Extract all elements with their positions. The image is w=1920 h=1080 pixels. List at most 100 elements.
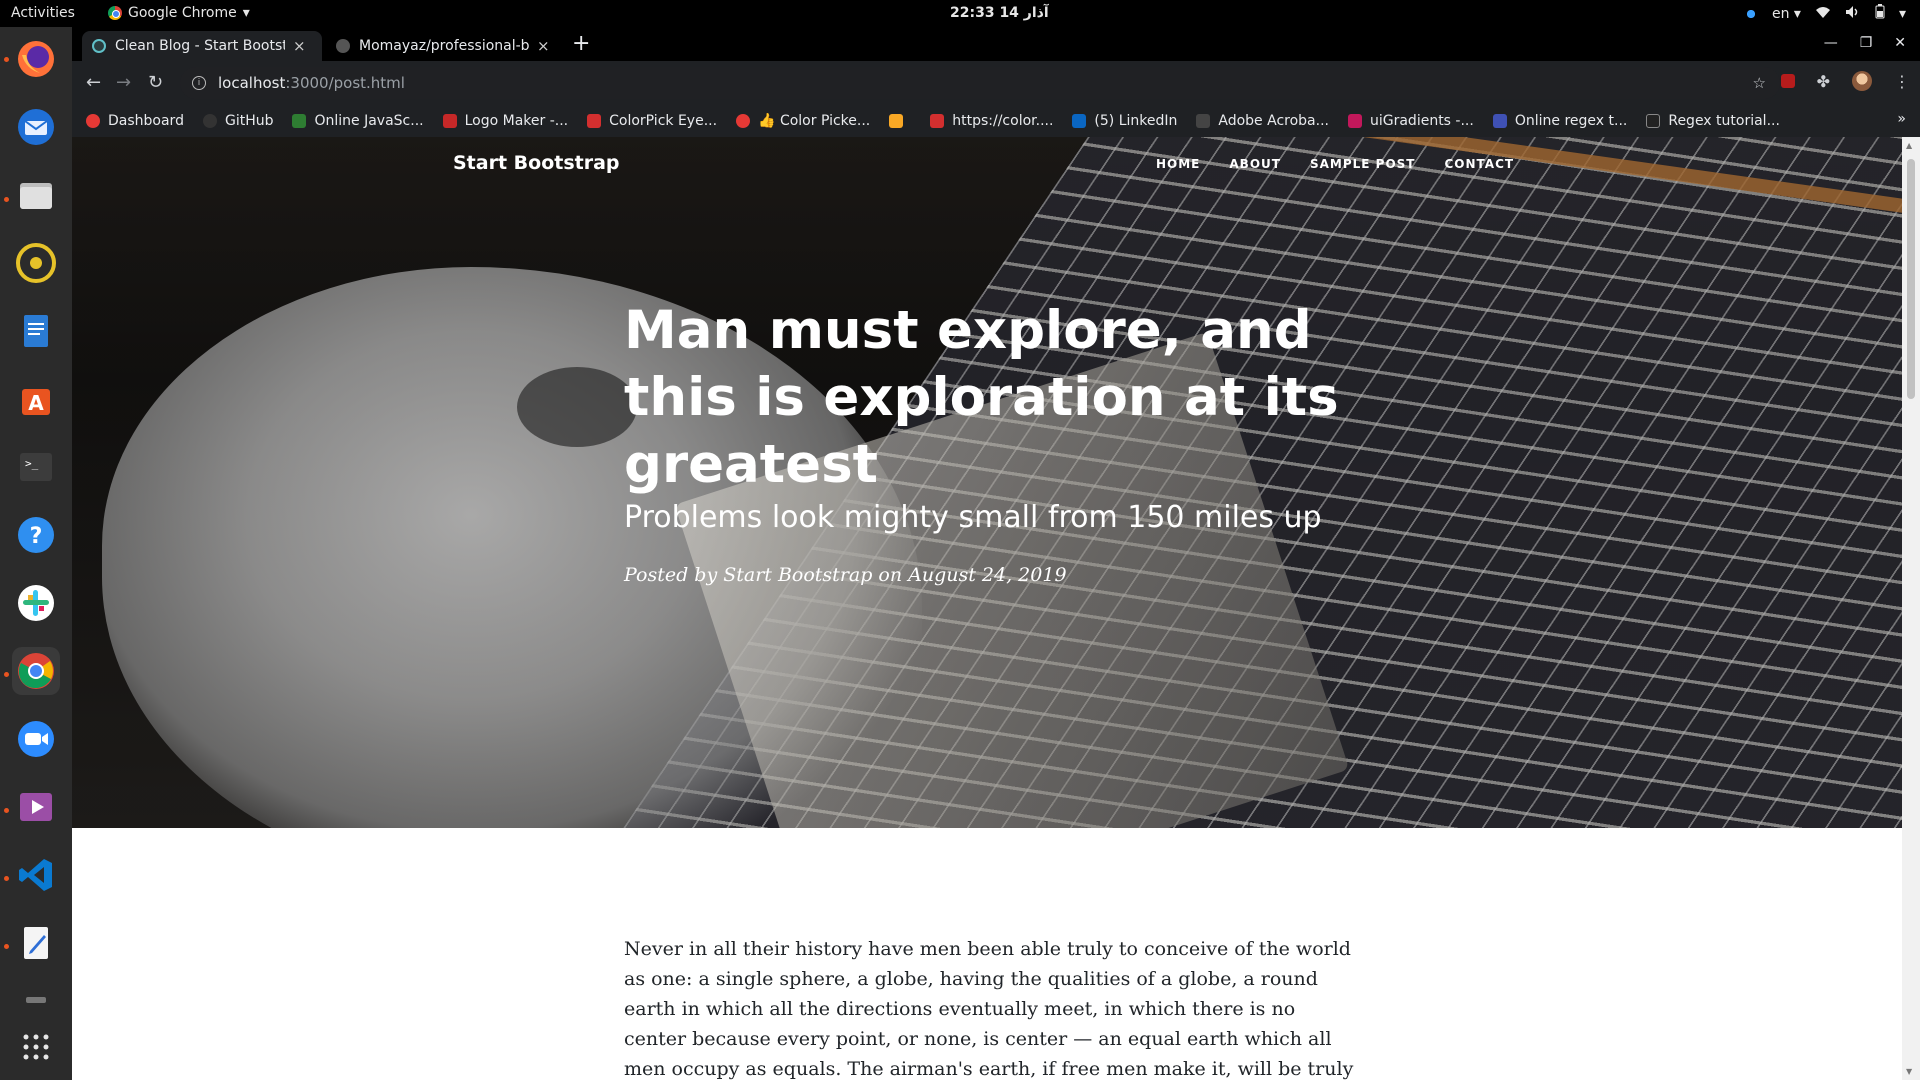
bookmark-unnamed[interactable] [889,114,911,128]
help-icon[interactable]: ? [12,511,60,559]
nav-contact[interactable]: CONTACT [1444,157,1514,171]
thunderbird-icon[interactable] [12,103,60,151]
post-header: Start Bootstrap HOME ABOUT SAMPLE POST C… [72,137,1902,828]
post-meta: Posted by Start Bootstrap on August 24, … [624,564,1067,586]
bookmark-favicon-icon [889,114,904,128]
zoom-icon[interactable] [12,715,60,763]
terminal-icon[interactable]: >_ [12,443,60,491]
bookmark-online-javascript[interactable]: Online JavaSc... [292,113,424,129]
wifi-icon[interactable] [1815,5,1831,23]
activities-button[interactable]: Activities [11,5,75,21]
back-icon[interactable]: ← [86,72,101,93]
colorpick-icon [587,114,602,128]
rhythmbox-icon[interactable] [12,239,60,287]
system-top-bar: Activities Google Chrome ▾ 22:33 14 آذار… [0,0,1920,27]
more-bookmarks-button[interactable]: » [1897,111,1906,127]
scroll-down-icon[interactable]: ▼ [1906,1067,1912,1076]
url-host: localhost [218,74,286,92]
post-subtitle: Problems look mighty small from 150 mile… [624,500,1322,535]
main-nav: HOME ABOUT SAMPLE POST CONTACT [1156,157,1514,171]
bookmark-regex-tutorial[interactable]: Regex tutorial... [1646,113,1780,129]
media-player-icon[interactable] [12,783,60,831]
bookmark-star-icon[interactable]: ☆ [1753,74,1766,92]
chrome-icon [108,6,122,20]
post-title: Man must explore, and this is exploratio… [624,300,1339,495]
scroll-up-icon[interactable]: ▲ [1906,141,1912,150]
bookmark-colorpick-eyedropper[interactable]: ColorPick Eye... [587,113,717,129]
clock[interactable]: 22:33 14 آذار [950,5,1049,21]
bookmark-linkedin[interactable]: (5) LinkedIn [1072,113,1177,129]
app-menu-label: Google Chrome [128,5,237,21]
ubuntu-software-icon[interactable]: A [12,375,60,423]
scrollbar-thumb[interactable] [1907,159,1915,399]
running-indicator [4,876,9,881]
bookmark-online-regex[interactable]: Online regex t... [1492,113,1627,129]
text-editor-icon[interactable] [12,919,60,967]
close-tab-icon[interactable]: × [293,37,306,55]
chrome-menu-icon[interactable]: ⋮ [1894,72,1910,91]
address-bar[interactable]: i localhost:3000/post.html ☆ [180,67,1780,99]
svg-text:?: ? [30,524,43,549]
svg-text:A: A [28,391,44,415]
acrobat-icon [1196,114,1211,128]
running-indicator [4,197,9,202]
bookmark-github[interactable]: GitHub [202,113,273,129]
page-viewport: Start Bootstrap HOME ABOUT SAMPLE POST C… [72,137,1902,1080]
bookmarks-bar: Dashboard GitHub Online JavaSc... Logo M… [72,105,1920,137]
regex-icon [1492,114,1507,128]
reload-icon[interactable]: ↻ [148,72,163,93]
slack-icon[interactable] [12,579,60,627]
writer-icon[interactable] [12,307,60,355]
system-tray[interactable]: en ▾ ▾ [1743,4,1906,23]
bookmark-uigradients[interactable]: uiGradients -... [1347,113,1474,129]
dock: A >_ ? [0,27,72,1080]
close-window-icon[interactable]: ✕ [1894,35,1906,51]
url-path: :3000/post.html [285,74,405,92]
tab-github[interactable]: Momayaz/professional-blog × [326,31,566,61]
bookmark-dashboard[interactable]: Dashboard [86,113,184,129]
nav-about[interactable]: ABOUT [1229,157,1281,171]
vscode-icon[interactable] [12,851,60,899]
close-tab-icon[interactable]: × [537,37,550,55]
adobe-icon [930,114,945,128]
minimize-icon[interactable]: — [1824,35,1838,51]
bookmark-adobe-acrobat[interactable]: Adobe Acroba... [1196,113,1329,129]
code-icon [292,114,307,128]
svg-text:>_: >_ [25,457,39,470]
firefox-icon[interactable] [12,35,60,83]
helmet-image [517,367,637,447]
chrome-dock-icon[interactable] [12,647,60,695]
chevron-down-icon: ▾ [242,5,250,21]
bookmark-adobe-color[interactable]: https://color.... [930,113,1053,129]
maximize-icon[interactable]: ❐ [1860,35,1873,51]
post-paragraph: Never in all their history have men been… [624,938,1354,1080]
profile-avatar[interactable] [1852,71,1872,91]
power-menu-icon[interactable]: ▾ [1899,6,1906,22]
uigradients-icon [1347,114,1362,128]
regex-tutorial-icon [1646,114,1661,128]
bookmark-color-picker[interactable]: 👍 Color Picke... [736,113,870,129]
nav-home[interactable]: HOME [1156,157,1200,171]
navbar-brand[interactable]: Start Bootstrap [453,152,620,174]
site-info-icon[interactable]: i [192,76,206,90]
files-icon[interactable] [12,171,60,219]
volume-icon[interactable] [1845,5,1861,23]
color-picker-icon [736,114,751,128]
logo-maker-icon [442,114,457,128]
language-indicator[interactable]: en ▾ [1772,6,1801,22]
show-applications-icon[interactable] [12,1023,60,1071]
nav-sample-post[interactable]: SAMPLE POST [1310,157,1416,171]
running-indicator [4,57,9,62]
forward-icon[interactable]: → [116,72,131,93]
bookmark-logo-maker[interactable]: Logo Maker -... [442,113,568,129]
battery-icon[interactable] [1875,4,1885,23]
app-menu[interactable]: Google Chrome ▾ [108,5,250,21]
tab-clean-blog[interactable]: Clean Blog - Start Bootstrap × [82,31,322,61]
ublock-icon[interactable] [1780,74,1795,88]
page-scrollbar[interactable]: ▲ ▼ [1902,137,1920,1080]
extension-icon[interactable] [1743,6,1758,21]
extensions-puzzle-icon[interactable]: ✤ [1817,72,1830,91]
github-favicon-icon [336,39,350,53]
linkedin-icon [1072,114,1087,128]
new-tab-button[interactable]: + [572,33,590,55]
